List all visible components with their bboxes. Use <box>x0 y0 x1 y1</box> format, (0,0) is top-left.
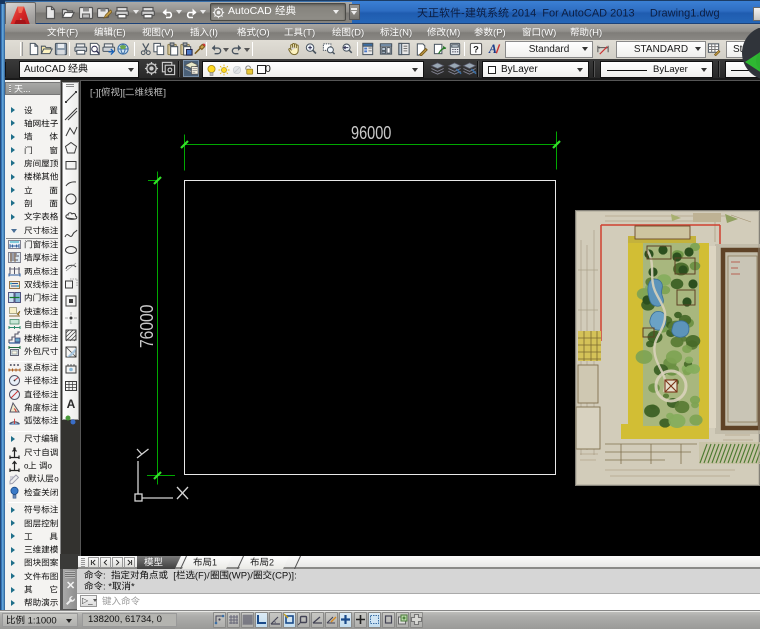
svg-text:A: A <box>488 42 497 56</box>
svg-text:A: A <box>67 397 76 410</box>
svg-text:?: ? <box>473 44 479 54</box>
